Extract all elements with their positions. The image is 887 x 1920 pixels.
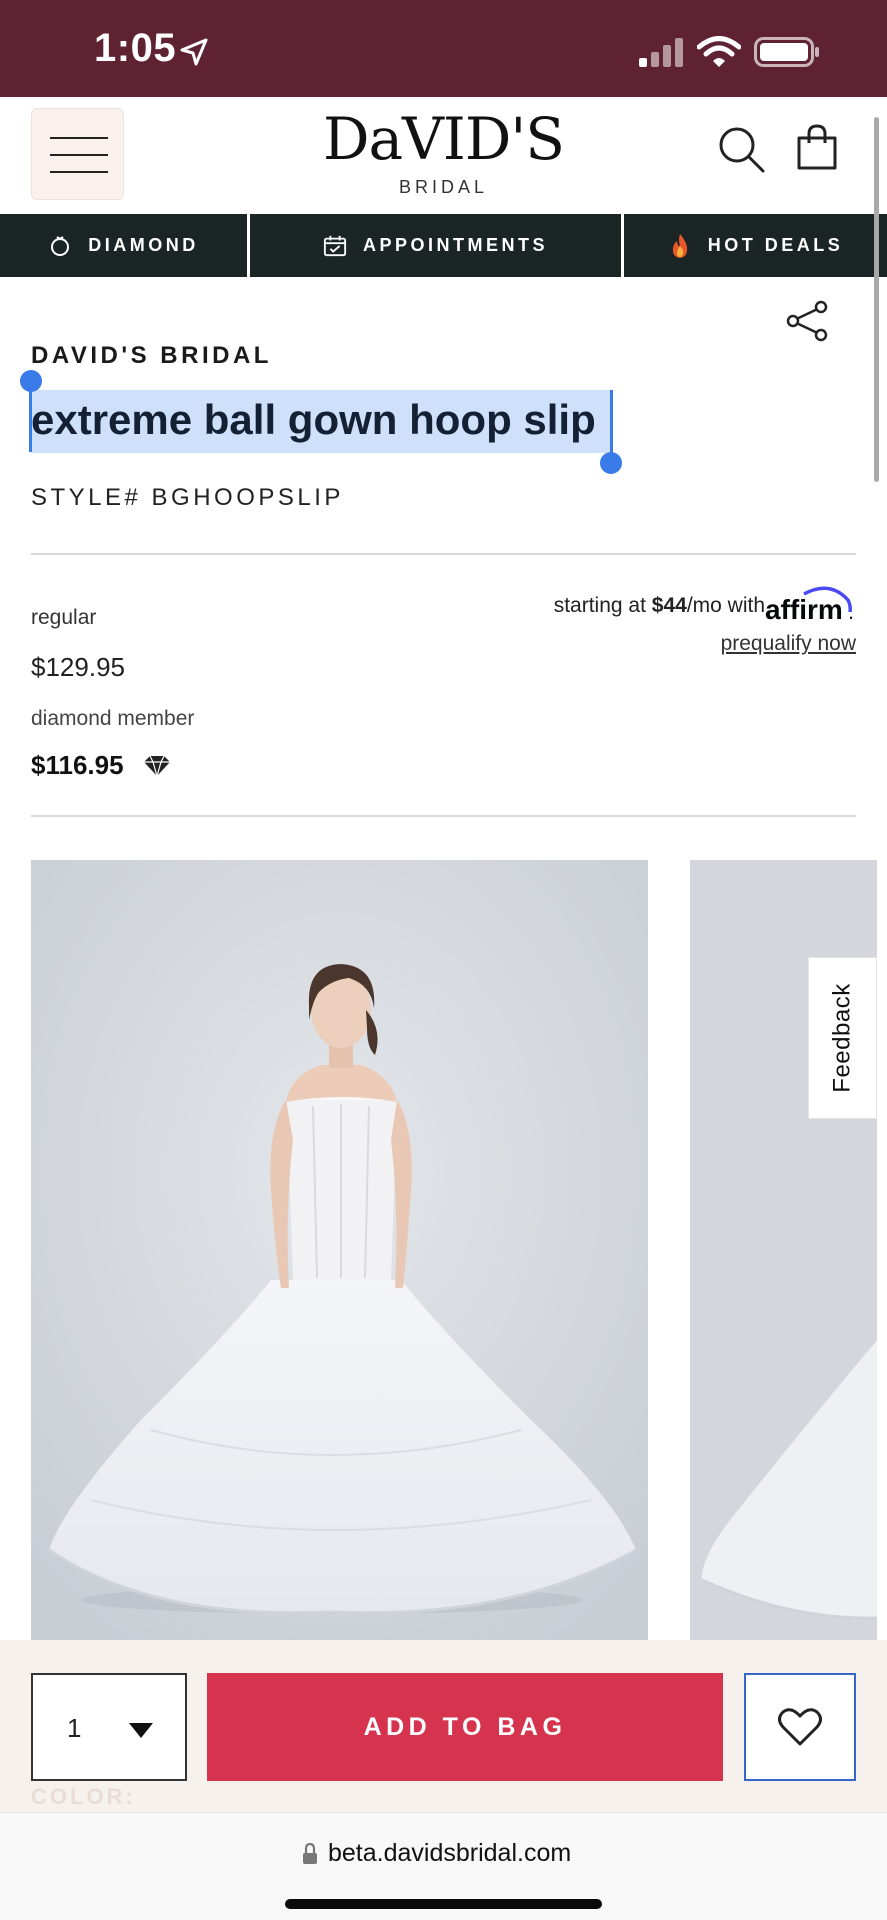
share-icon[interactable] xyxy=(785,300,829,342)
heart-icon xyxy=(778,1708,822,1746)
product-style-number: STYLE# BGHOOPSLIP xyxy=(31,484,344,511)
affirm-logo-text: affirm xyxy=(765,594,843,624)
purchase-bar: 1 ADD TO BAG COLOR: xyxy=(0,1640,887,1812)
diamond-price-label: diamond member xyxy=(31,707,195,730)
nav-item-appointments[interactable]: APPOINTMENTS xyxy=(250,214,624,277)
product-title: extreme ball gown hoop slip xyxy=(31,396,596,443)
location-arrow-icon xyxy=(180,38,208,66)
financing-text: starting at $44/mo with xyxy=(554,594,765,618)
quantity-value: 1 xyxy=(67,1713,82,1743)
promo-nav: DIAMOND APPOINTMENTS HOT DEALS xyxy=(0,214,887,277)
product-brand[interactable]: DAVID'S BRIDAL xyxy=(31,342,272,370)
status-time: 1:05 xyxy=(94,26,177,70)
feedback-tab[interactable]: Feedback xyxy=(808,957,877,1119)
financing-suffix: /mo with xyxy=(686,594,765,617)
url-text[interactable]: beta.davidsbridal.com xyxy=(328,1839,571,1868)
browser-url-bar[interactable]: beta.davidsbridal.com xyxy=(0,1812,887,1920)
nav-item-label: DIAMOND xyxy=(88,235,199,255)
page-scrollbar[interactable] xyxy=(874,117,879,482)
nav-item-label: APPOINTMENTS xyxy=(362,235,548,255)
logo-subtitle: BRIDAL xyxy=(398,177,489,197)
financing-amount: $44 xyxy=(651,594,687,617)
prequalify-link[interactable]: prequalify now xyxy=(721,632,856,656)
financing-prefix: starting at xyxy=(553,594,652,617)
affirm-logo: affirm . xyxy=(765,586,854,624)
cellular-signal-icon xyxy=(639,38,683,67)
nav-item-diamond[interactable]: DIAMOND xyxy=(0,214,250,277)
divider xyxy=(31,815,856,817)
add-to-bag-button[interactable]: ADD TO BAG xyxy=(207,1673,723,1781)
selection-handle-start-knob[interactable] xyxy=(20,370,42,392)
wifi-icon xyxy=(697,36,741,67)
search-icon[interactable] xyxy=(717,125,765,173)
status-bar: 1:05 xyxy=(0,0,887,97)
regular-price-label: regular xyxy=(31,606,97,629)
affirm-period: . xyxy=(848,599,854,624)
home-indicator[interactable] xyxy=(285,1899,602,1909)
nav-item-label: HOT DEALS xyxy=(707,235,844,255)
selection-handle-end-knob[interactable] xyxy=(600,452,622,474)
calendar-icon xyxy=(323,234,347,258)
quantity-select[interactable]: 1 xyxy=(31,1673,187,1781)
caret-down-icon xyxy=(129,1723,153,1738)
color-label: COLOR: xyxy=(31,1784,136,1809)
lock-icon xyxy=(303,1843,317,1864)
diamond-ring-icon xyxy=(48,234,72,258)
feedback-label: Feedback xyxy=(828,983,856,1093)
diamond-icon xyxy=(144,755,170,777)
divider xyxy=(31,553,856,555)
fire-icon xyxy=(668,233,692,258)
nav-item-hot-deals[interactable]: HOT DEALS xyxy=(624,214,887,277)
product-image-main[interactable] xyxy=(31,860,648,1640)
battery-icon xyxy=(754,37,819,67)
diamond-price: $116.95 xyxy=(31,750,124,780)
regular-price: $129.95 xyxy=(31,652,125,682)
shopping-bag-icon[interactable] xyxy=(796,123,838,171)
site-header: DaVID'S BRIDAL xyxy=(0,97,887,214)
product-photo-illustration xyxy=(31,860,648,1640)
wishlist-button[interactable] xyxy=(744,1673,856,1781)
